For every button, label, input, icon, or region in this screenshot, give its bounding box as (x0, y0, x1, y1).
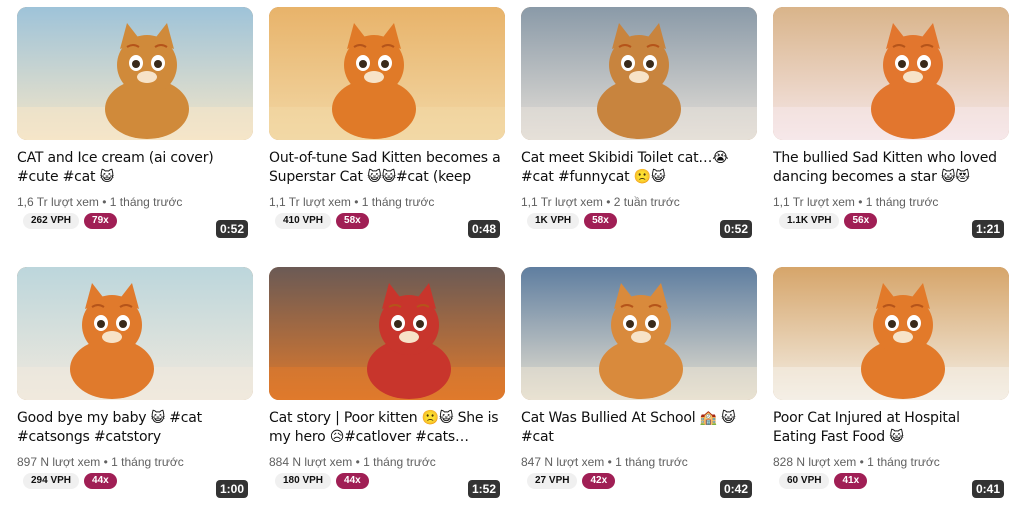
view-count: 1,1 Tr lượt xem (521, 195, 603, 209)
duration-badge: 0:48 (467, 220, 500, 238)
vph-badge: 262 VPH (23, 213, 80, 229)
outlier-multiplier-badge: 56x (844, 213, 878, 229)
upload-age: 1 tháng trước (111, 455, 184, 469)
video-thumbnail[interactable] (269, 7, 505, 140)
video-card[interactable]: 0:52 Cat meet Skibidi Toilet cat…😭 #cat … (521, 7, 757, 242)
outlier-multiplier-badge: 44x (336, 473, 369, 489)
outlier-multiplier-badge: 58x (336, 213, 369, 229)
video-meta: 828 N lượt xem • 1 tháng trước (773, 455, 940, 469)
duration-badge: 1:52 (467, 480, 500, 498)
video-thumbnail[interactable] (773, 7, 1009, 140)
upload-age: 2 tuần trước (613, 195, 680, 209)
video-meta: 897 N lượt xem • 1 tháng trước (17, 455, 184, 469)
view-count: 1,1 Tr lượt xem (269, 195, 351, 209)
thumbnail-illustration (17, 267, 253, 400)
vph-badge: 180 VPH (275, 473, 332, 489)
video-meta: 1,1 Tr lượt xem • 1 tháng trước (269, 195, 435, 209)
vph-badge: 60 VPH (779, 473, 830, 489)
video-meta: 1,6 Tr lượt xem • 1 tháng trước (17, 195, 183, 209)
thumbnail-illustration (521, 267, 757, 400)
vph-badge: 294 VPH (23, 473, 80, 489)
upload-age: 1 tháng trước (109, 195, 183, 209)
duration-badge: 0:52 (215, 220, 248, 238)
video-meta: 847 N lượt xem • 1 tháng trước (521, 455, 688, 469)
view-count: 884 N lượt xem (269, 455, 353, 469)
stats-badges: 410 VPH 58x (275, 213, 369, 229)
video-title[interactable]: The bullied Sad Kitten who loved dancing… (773, 149, 1005, 187)
upload-age: 1 tháng trước (867, 455, 940, 469)
upload-age: 1 tháng trước (615, 455, 688, 469)
video-thumbnail[interactable] (521, 7, 757, 140)
vph-badge: 1.1K VPH (779, 213, 840, 229)
video-card[interactable]: 0:41 Poor Cat Injured at Hospital Eating… (773, 267, 1009, 502)
video-grid: 0:52 CAT and Ice cream (ai cover) #cute … (17, 7, 1013, 512)
stats-badges: 1K VPH 58x (527, 213, 617, 229)
view-count: 1,1 Tr lượt xem (773, 195, 855, 209)
view-count: 847 N lượt xem (521, 455, 605, 469)
stats-badges: 294 VPH 44x (23, 473, 117, 489)
video-title[interactable]: Cat Was Bullied At School 🏫 😺 #cat (521, 409, 753, 447)
outlier-multiplier-badge: 58x (584, 213, 617, 229)
video-card[interactable]: 0:52 CAT and Ice cream (ai cover) #cute … (17, 7, 253, 242)
video-thumbnail[interactable] (17, 267, 253, 400)
view-count: 897 N lượt xem (17, 455, 101, 469)
view-count: 1,6 Tr lượt xem (17, 195, 99, 209)
vph-badge: 410 VPH (275, 213, 332, 229)
thumbnail-illustration (521, 7, 757, 140)
video-title[interactable]: Good bye my baby 😺 #cat #catsongs #catst… (17, 409, 249, 447)
video-title[interactable]: Poor Cat Injured at Hospital Eating Fast… (773, 409, 1005, 447)
video-meta: 1,1 Tr lượt xem • 2 tuần trước (521, 195, 680, 209)
video-thumbnail[interactable] (773, 267, 1009, 400)
video-meta: 1,1 Tr lượt xem • 1 tháng trước (773, 195, 939, 209)
video-thumbnail[interactable] (521, 267, 757, 400)
vph-badge: 27 VPH (527, 473, 578, 489)
stats-badges: 1.1K VPH 56x (779, 213, 878, 229)
outlier-multiplier-badge: 41x (834, 473, 868, 489)
video-title[interactable]: CAT and Ice cream (ai cover) #cute #cat … (17, 149, 249, 187)
video-thumbnail[interactable] (17, 7, 253, 140)
video-card[interactable]: 1:00 Good bye my baby 😺 #cat #catsongs #… (17, 267, 253, 502)
outlier-multiplier-badge: 44x (84, 473, 117, 489)
stats-badges: 262 VPH 79x (23, 213, 117, 229)
upload-age: 1 tháng trước (865, 195, 939, 209)
stats-badges: 27 VPH 42x (527, 473, 616, 489)
stats-badges: 60 VPH 41x (779, 473, 868, 489)
video-thumbnail[interactable] (269, 267, 505, 400)
thumbnail-illustration (773, 267, 1009, 400)
thumbnail-illustration (269, 267, 505, 400)
video-card[interactable]: 1:52 Cat story | Poor kitten 🙁😺 She is m… (269, 267, 505, 502)
thumbnail-illustration (269, 7, 505, 140)
upload-age: 1 tháng trước (361, 195, 435, 209)
video-card[interactable]: 0:48 Out-of-tune Sad Kitten becomes a Su… (269, 7, 505, 242)
duration-badge: 0:52 (719, 220, 752, 238)
video-card[interactable]: 0:42 Cat Was Bullied At School 🏫 😺 #cat … (521, 267, 757, 502)
upload-age: 1 tháng trước (363, 455, 436, 469)
vph-badge: 1K VPH (527, 213, 580, 229)
duration-badge: 0:41 (971, 480, 1004, 498)
outlier-multiplier-badge: 79x (84, 213, 117, 229)
duration-badge: 1:21 (971, 220, 1004, 238)
duration-badge: 0:42 (719, 480, 752, 498)
thumbnail-illustration (17, 7, 253, 140)
view-count: 828 N lượt xem (773, 455, 857, 469)
video-title[interactable]: Cat meet Skibidi Toilet cat…😭 #cat #funn… (521, 149, 753, 187)
thumbnail-illustration (773, 7, 1009, 140)
video-title[interactable]: Cat story | Poor kitten 🙁😺 She is my her… (269, 409, 501, 447)
duration-badge: 1:00 (215, 480, 248, 498)
outlier-multiplier-badge: 42x (582, 473, 616, 489)
video-meta: 884 N lượt xem • 1 tháng trước (269, 455, 436, 469)
stats-badges: 180 VPH 44x (275, 473, 369, 489)
video-card[interactable]: 1:21 The bullied Sad Kitten who loved da… (773, 7, 1009, 242)
video-title[interactable]: Out-of-tune Sad Kitten becomes a Superst… (269, 149, 501, 187)
